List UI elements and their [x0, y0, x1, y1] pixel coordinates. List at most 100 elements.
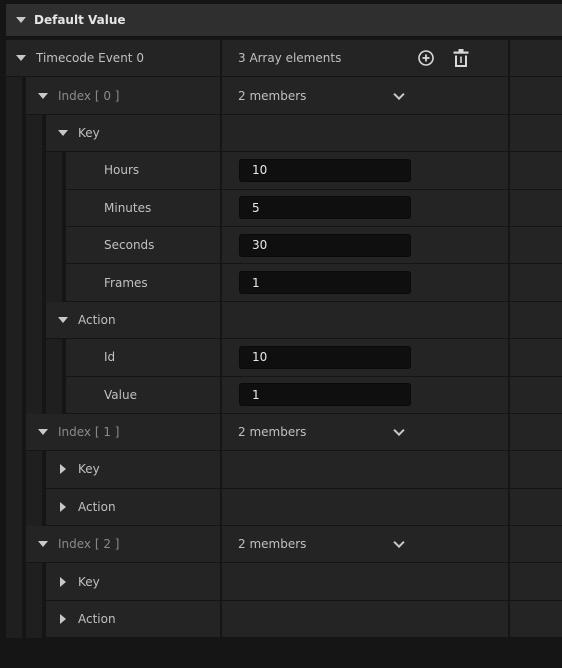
- indent-guide: [46, 376, 64, 414]
- indent-guide: [6, 451, 24, 489]
- property-name: Key: [46, 114, 220, 153]
- row-index-1-action: Action: [6, 488, 562, 527]
- row-id: Id 10: [6, 339, 562, 377]
- property-name: Id: [66, 339, 220, 377]
- indent-guide: [6, 77, 24, 115]
- property-label: Index [ 2 ]: [58, 537, 120, 552]
- chevron-down-icon[interactable]: [393, 424, 405, 437]
- property-name: Index [ 1 ]: [26, 413, 220, 452]
- seconds-input[interactable]: 30: [239, 233, 411, 257]
- indent-guide: [26, 114, 44, 153]
- indent-guide: [6, 488, 24, 527]
- property-label: Index [ 0 ]: [58, 88, 120, 103]
- chevron-down-icon[interactable]: [393, 537, 405, 549]
- triangle-down-icon[interactable]: [56, 316, 70, 323]
- property-value: [222, 114, 508, 153]
- row-extra-column: [510, 40, 562, 78]
- property-value: [222, 488, 508, 527]
- row-minutes: Minutes 5: [6, 189, 562, 227]
- property-name: Seconds: [66, 226, 220, 265]
- property-label: Id: [104, 350, 116, 365]
- property-name: Index [ 2 ]: [26, 526, 220, 564]
- property-value: 1: [222, 264, 508, 302]
- members-text: 2 members: [238, 425, 307, 440]
- indent-guide: [6, 376, 24, 414]
- row-extra-column: [510, 488, 562, 527]
- row-seconds: Seconds 30: [6, 226, 562, 265]
- indent-guide: [26, 152, 44, 190]
- property-label: Action: [78, 312, 116, 327]
- triangle-right-icon[interactable]: [56, 464, 70, 475]
- row-extra-column: [510, 77, 562, 115]
- chevron-down-icon[interactable]: [393, 88, 405, 100]
- property-name: Hours: [66, 152, 220, 190]
- indent-guide: [26, 451, 44, 489]
- property-name: Timecode Event 0: [6, 40, 220, 78]
- hours-input[interactable]: 10: [239, 158, 411, 182]
- property-value: 3 Array elements: [222, 40, 508, 78]
- indent-guide: [6, 264, 24, 302]
- trash-icon[interactable]: [452, 48, 470, 68]
- row-extra-column: [510, 189, 562, 227]
- row-extra-column: [510, 152, 562, 190]
- members-text: 2 members: [238, 537, 307, 552]
- indent-guide: [46, 226, 64, 265]
- property-name: Minutes: [66, 189, 220, 227]
- id-input[interactable]: 10: [239, 345, 411, 369]
- property-label: Action: [78, 499, 116, 514]
- indent-guide: [6, 114, 24, 153]
- triangle-down-icon[interactable]: [56, 129, 70, 136]
- row-extra-column: [510, 413, 562, 452]
- indent-guide: [6, 526, 24, 564]
- indent-guide: [26, 339, 44, 377]
- triangle-down-icon[interactable]: [36, 429, 50, 436]
- row-index-2: Index [ 2 ] 2 members: [6, 526, 562, 564]
- indent-guide: [6, 339, 24, 377]
- property-label: Index [ 1 ]: [58, 425, 120, 440]
- triangle-down-icon[interactable]: [36, 92, 50, 99]
- property-value: 2 members: [222, 77, 508, 115]
- property-label: Timecode Event 0: [36, 51, 144, 66]
- triangle-right-icon[interactable]: [56, 501, 70, 512]
- property-label: Key: [78, 574, 100, 589]
- row-extra-column: [510, 451, 562, 489]
- minutes-input[interactable]: 5: [239, 196, 411, 220]
- property-name: Action: [46, 488, 220, 527]
- indent-guide: [26, 488, 44, 527]
- value-input[interactable]: 1: [239, 383, 411, 407]
- triangle-down-icon[interactable]: [36, 541, 50, 548]
- triangle-right-icon[interactable]: [56, 614, 70, 625]
- indent-guide: [46, 339, 64, 377]
- property-name: Value: [66, 376, 220, 414]
- property-value: 10: [222, 152, 508, 190]
- add-circle-icon[interactable]: [417, 49, 435, 67]
- property-label: Minutes: [104, 200, 152, 215]
- row-hours: Hours 10: [6, 152, 562, 190]
- row-extra-column: [510, 114, 562, 153]
- triangle-down-icon[interactable]: [14, 55, 28, 62]
- row-extra-column: [510, 563, 562, 601]
- property-name: Action: [46, 301, 220, 340]
- row-extra-column: [510, 600, 562, 639]
- property-name: Action: [46, 600, 220, 639]
- indent-guide: [26, 264, 44, 302]
- property-value: [222, 301, 508, 340]
- indent-guide: [26, 301, 44, 340]
- indent-guide: [6, 226, 24, 265]
- property-name: Index [ 0 ]: [26, 77, 220, 115]
- property-value: [222, 600, 508, 639]
- property-label: Frames: [104, 275, 148, 290]
- triangle-down-icon[interactable]: [14, 17, 28, 23]
- indent-guide: [26, 226, 44, 265]
- row-index-1-key: Key: [6, 451, 562, 489]
- property-value: 30: [222, 226, 508, 265]
- row-index-2-key: Key: [6, 563, 562, 601]
- triangle-right-icon[interactable]: [56, 576, 70, 587]
- indent-guide: [6, 152, 24, 190]
- row-extra-column: [510, 226, 562, 265]
- frames-input[interactable]: 1: [239, 271, 411, 295]
- indent-guide: [26, 189, 44, 227]
- property-value: 2 members: [222, 413, 508, 452]
- property-value: 5: [222, 189, 508, 227]
- category-header-default-value[interactable]: Default Value: [6, 4, 562, 37]
